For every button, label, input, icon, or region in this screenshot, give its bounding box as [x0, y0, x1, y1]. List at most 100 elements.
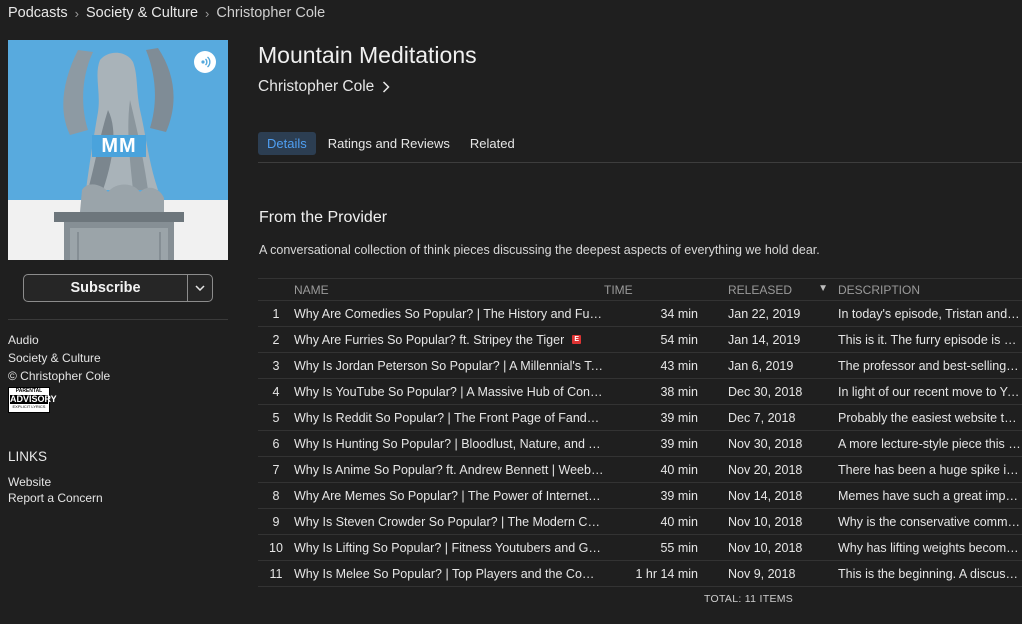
episode-number: 3 [258, 352, 294, 379]
episode-name: Why Is Anime So Popular? ft. Andrew Benn… [294, 462, 604, 477]
episode-description: A more lecture-style piece this week [838, 430, 1022, 457]
episode-number: 5 [258, 404, 294, 431]
episode-name: Why Is YouTube So Popular? | A Massive H… [294, 384, 604, 399]
tabs-divider [258, 162, 1022, 163]
episode-released: Nov 20, 2018 [728, 456, 838, 483]
episode-released: Nov 14, 2018 [728, 482, 838, 509]
tab-details[interactable]: Details [258, 132, 316, 155]
episode-number: 8 [258, 482, 294, 509]
table-row[interactable]: 6 Why Is Hunting So Popular? | Bloodlust… [258, 430, 1022, 457]
podcast-title: Mountain Meditations [258, 42, 477, 68]
table-row[interactable]: 5 Why Is Reddit So Popular? | The Front … [258, 404, 1022, 431]
breadcrumb-society-culture[interactable]: Society & Culture [86, 5, 198, 21]
links-list: Website Report a Concern [8, 474, 103, 506]
episode-time: 34 min [604, 300, 728, 327]
episode-time: 40 min [604, 456, 728, 483]
episode-time: 39 min [604, 482, 728, 509]
tab-related[interactable]: Related [462, 132, 523, 155]
link-website[interactable]: Website [8, 474, 103, 490]
episode-description: This is it. The furry episode is here [838, 326, 1022, 353]
episode-name: Why Is Lifting So Popular? | Fitness You… [294, 540, 604, 555]
episode-name: Why Is Reddit So Popular? | The Front Pa… [294, 410, 604, 425]
episode-time: 55 min [604, 534, 728, 561]
column-header-number [258, 278, 294, 301]
chevron-right-icon [383, 81, 390, 93]
link-report-concern[interactable]: Report a Concern [8, 490, 103, 506]
episode-description: In today's episode, Tristan and I discus… [838, 300, 1022, 327]
episode-released: Jan 22, 2019 [728, 300, 838, 327]
podcast-meta: Audio Society & Culture © Christopher Co… [8, 331, 110, 385]
episode-description: Probably the easiest website to waste ti… [838, 404, 1022, 431]
episode-description: Why has lifting weights become so popula… [838, 534, 1022, 561]
table-row[interactable]: 2 Why Are Furries So Popular? ft. Stripe… [258, 326, 1022, 353]
column-header-released[interactable]: RELEASED ▼ [728, 278, 838, 301]
episode-number: 10 [258, 534, 294, 561]
sidebar-divider [8, 319, 228, 320]
chevron-right-icon: › [205, 5, 210, 21]
column-header-time[interactable]: TIME [604, 278, 728, 301]
episode-number: 11 [258, 560, 294, 587]
episode-description: Why is the conservative commentator [838, 508, 1022, 535]
table-row[interactable]: 9 Why Is Steven Crowder So Popular? | Th… [258, 508, 1022, 535]
episode-released: Jan 6, 2019 [728, 352, 838, 379]
total-items-count: TOTAL: 11 ITEMS [704, 593, 794, 605]
breadcrumb-podcasts[interactable]: Podcasts [8, 5, 68, 21]
table-row[interactable]: 7 Why Is Anime So Popular? ft. Andrew Be… [258, 456, 1022, 483]
table-row[interactable]: 11 Why Is Melee So Popular? | Top Player… [258, 560, 1022, 587]
artwork-logo: MM [92, 135, 146, 157]
tab-ratings-reviews[interactable]: Ratings and Reviews [320, 132, 458, 155]
episode-number: 1 [258, 300, 294, 327]
episode-number: 4 [258, 378, 294, 405]
episode-number: 9 [258, 508, 294, 535]
episode-time: 38 min [604, 378, 728, 405]
episode-name: Why Are Comedies So Popular? | The Histo… [294, 306, 604, 321]
episode-description: There has been a huge spike in anime [838, 456, 1022, 483]
chevron-down-icon [195, 285, 205, 291]
released-label: RELEASED [728, 282, 793, 297]
subscribe-control: Subscribe [23, 274, 213, 302]
episode-name: Why Is Melee So Popular? | Top Players a… [294, 566, 604, 581]
breadcrumb-christopher-cole[interactable]: Christopher Cole [216, 5, 325, 21]
table-row[interactable]: 4 Why Is YouTube So Popular? | A Massive… [258, 378, 1022, 405]
episode-released: Dec 30, 2018 [728, 378, 838, 405]
copyright: © Christopher Cole [8, 369, 111, 383]
episode-description: This is the beginning. A discussion of M… [838, 560, 1022, 587]
episode-number: 2 [258, 326, 294, 353]
episode-time: 40 min [604, 508, 728, 535]
chevron-right-icon: › [74, 5, 79, 21]
subscribe-options-button[interactable] [187, 275, 212, 301]
episode-time: 1 hr 14 min [604, 560, 728, 587]
breadcrumb: Podcasts › Society & Culture › Christoph… [8, 5, 325, 21]
episode-released: Nov 10, 2018 [728, 534, 838, 561]
table-row[interactable]: 10 Why Is Lifting So Popular? | Fitness … [258, 534, 1022, 561]
episode-name: Why Is Steven Crowder So Popular? | The … [294, 514, 604, 529]
subscribe-button[interactable]: Subscribe [24, 275, 187, 301]
episode-number: 7 [258, 456, 294, 483]
broadcast-icon [194, 51, 216, 73]
episode-table: NAME TIME RELEASED ▼ DESCRIPTION 1 Why A… [258, 278, 1022, 587]
episode-released: Nov 9, 2018 [728, 560, 838, 587]
episode-name: Why Are Memes So Popular? | The Power of… [294, 488, 604, 503]
podcast-artwork[interactable]: MM [8, 40, 228, 260]
episode-name: Why Is Hunting So Popular? | Bloodlust, … [294, 436, 604, 451]
genre-label: Society & Culture [8, 351, 101, 365]
column-header-name[interactable]: NAME [294, 278, 604, 301]
parental-advisory-icon: PARENTAL ADVISORY EXPLICIT LYRICS [8, 387, 57, 413]
author-link[interactable]: Christopher Cole [258, 78, 390, 96]
table-row[interactable]: 3 Why Is Jordan Peterson So Popular? | A… [258, 352, 1022, 379]
explicit-badge-icon: E [572, 335, 582, 344]
table-header-row: NAME TIME RELEASED ▼ DESCRIPTION [258, 278, 1022, 301]
episode-released: Nov 30, 2018 [728, 430, 838, 457]
episode-description: The professor and best-selling author [838, 352, 1022, 379]
episode-time: 54 min [604, 326, 728, 353]
table-row[interactable]: 8 Why Are Memes So Popular? | The Power … [258, 482, 1022, 509]
table-row[interactable]: 1 Why Are Comedies So Popular? | The His… [258, 300, 1022, 327]
podcast-description: A conversational collection of think pie… [259, 243, 820, 257]
episode-time: 39 min [604, 404, 728, 431]
links-heading: LINKS [8, 449, 48, 464]
episode-time: 39 min [604, 430, 728, 457]
tab-bar: Details Ratings and Reviews Related [258, 132, 527, 155]
column-header-description[interactable]: DESCRIPTION [838, 278, 1022, 301]
episode-released: Jan 14, 2019 [728, 326, 838, 353]
author-name: Christopher Cole [258, 78, 375, 95]
